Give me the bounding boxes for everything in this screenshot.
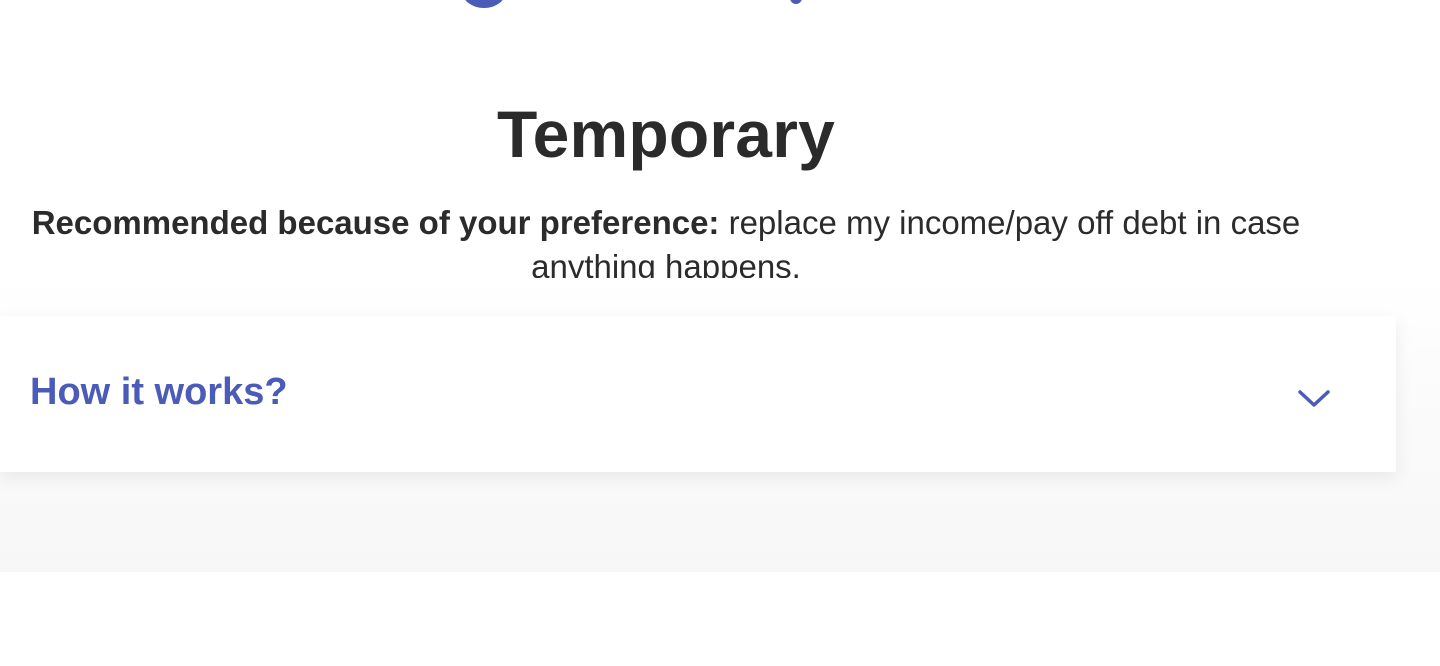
page: Temporary Recommended because of your pr… [0,0,1440,666]
how-it-works-accordion[interactable]: How it works? [0,316,1396,472]
brand-fragment [790,0,802,4]
page-title: Temporary [496,97,836,172]
brand-circle-icon [462,0,506,8]
chevron-down-icon[interactable] [1297,386,1331,410]
recommendation-text: Recommended because of your preference: … [0,201,1332,289]
recommendation-lead: Recommended because of your preference: [31,204,720,241]
accordion-title: How it works? [30,371,288,413]
